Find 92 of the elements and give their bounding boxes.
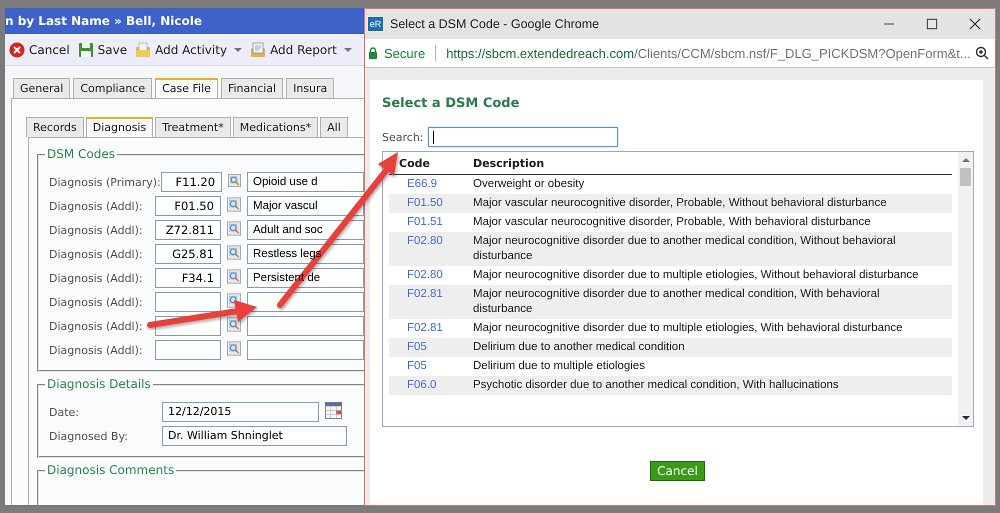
field-label: Diagnosis (Addl): [49, 320, 144, 332]
tab[interactable]: Diagnosis [86, 117, 154, 137]
lookup-icon[interactable] [226, 220, 241, 236]
field-label: Diagnosis (Addl): [49, 224, 144, 236]
code-link[interactable]: F05 [389, 340, 473, 355]
lock-icon [368, 47, 378, 59]
code-link[interactable]: F02.81 [389, 321, 473, 336]
dialog-heading: Select a DSM Code [382, 96, 520, 111]
close-icon [9, 42, 25, 58]
lookup-icon[interactable] [226, 196, 241, 212]
search-label: Search: [382, 130, 424, 144]
table-cell-text: Major vascular neurocognitive disorder, Probable, With behavioral disturbance [473, 215, 872, 230]
description-field[interactable] [247, 316, 364, 336]
cancel-button[interactable]: Cancel [9, 42, 70, 58]
activity-button[interactable]: Add Activity [135, 42, 242, 58]
search-field[interactable] [428, 127, 618, 147]
table-cell-text: Psychotic disorder due to another medical condition, With hallucinations [473, 378, 840, 393]
text-field[interactable]: Dr. William Shninglet [162, 426, 347, 446]
code-field[interactable] [154, 340, 221, 360]
field-label: Diagnosis (Addl): [49, 272, 144, 284]
scroll-down-icon[interactable] [960, 414, 970, 422]
document-icon [250, 42, 266, 58]
table-cell-text: Overweight or obesity [473, 177, 586, 192]
description-field[interactable]: Opioid use d [247, 172, 364, 192]
code-link[interactable]: F06.0 [389, 378, 473, 393]
description-field[interactable]: Adult and soc [247, 220, 364, 240]
section-legend: DSM Codes [45, 147, 117, 161]
lookup-icon[interactable] [226, 244, 241, 260]
close-icon[interactable] [969, 18, 981, 30]
tab[interactable]: Medications* [232, 117, 318, 137]
field-label: Date: [49, 406, 80, 418]
code-link[interactable]: F02.80 [389, 268, 473, 283]
code-link[interactable]: F01.50 [389, 196, 473, 211]
description-field[interactable]: Major vascul [247, 196, 364, 216]
code-link[interactable]: F05 [389, 359, 473, 374]
zoom-icon[interactable] [975, 46, 989, 60]
maximize-icon[interactable] [926, 18, 938, 30]
window-title: Select a DSM Code - Google Chrome [390, 17, 600, 31]
cancel-button[interactable]: Cancel [650, 461, 705, 481]
table-cell-text: Major neurocognitive disorder due to multiple etiologies, With behavioral disturbance [473, 321, 904, 336]
lookup-icon[interactable] [228, 172, 241, 188]
code-link[interactable]: F02.80 [389, 234, 473, 264]
table-cell-text: Major neurocognitive disorder due to another medical condition, Without behavioral disturbance [473, 234, 897, 264]
scroll-up-icon[interactable] [960, 156, 970, 164]
code-field[interactable]: F01.50 [154, 196, 221, 216]
tab[interactable]: Treatment* [155, 117, 231, 137]
secure-label: Secure [384, 46, 426, 60]
field-label: Diagnosis (Addl): [49, 296, 144, 308]
scroll-thumb[interactable] [960, 168, 971, 186]
scrollbar[interactable] [958, 152, 973, 426]
lookup-icon[interactable] [226, 316, 241, 332]
table-cell-text: Major neurocognitive disorder due to multiple etiologies, Without behavioral disturbance [473, 268, 920, 283]
lookup-icon[interactable] [226, 340, 241, 356]
breadcrumb: n by Last Name » Bell, Nicole [5, 8, 365, 34]
calendar-icon[interactable] [325, 402, 342, 418]
field-label: Diagnosed By: [49, 430, 129, 442]
tab[interactable]: Records [26, 117, 84, 137]
url-text[interactable]: https://sbcm.extendedreach.com/Clients/CCM/sbcm.nsf/F_DLG_PICKDSM?OpenForm&t... [446, 46, 975, 60]
field-label: Diagnosis (Addl): [49, 344, 144, 356]
tab[interactable]: All [320, 117, 348, 137]
code-field[interactable]: F34.1 [154, 268, 221, 288]
save-button[interactable]: Save [78, 42, 128, 58]
code-field[interactable]: G25.81 [154, 244, 221, 264]
section-legend: Diagnosis Comments [45, 463, 176, 477]
folder-icon [135, 42, 152, 58]
description-field[interactable] [247, 340, 364, 360]
description-field[interactable] [247, 292, 364, 312]
date-field[interactable]: 12/12/2015 [162, 402, 319, 422]
field-label: Diagnosis (Addl): [49, 200, 144, 212]
report-button[interactable]: Add Report [250, 42, 352, 58]
code-link[interactable]: F02.81 [389, 287, 473, 317]
app-icon: eR [368, 17, 383, 31]
tab[interactable]: Compliance [73, 78, 152, 98]
lookup-icon[interactable] [226, 268, 241, 284]
code-link[interactable]: E66.9 [389, 177, 473, 192]
tab[interactable]: General [13, 78, 70, 98]
column-header: Code [398, 156, 431, 170]
code-link[interactable]: F01.51 [389, 215, 473, 230]
column-header: Description [473, 156, 546, 170]
code-field[interactable]: F11.20 [160, 172, 222, 192]
tab[interactable]: Insura [286, 78, 334, 98]
field-label: Diagnosis (Addl): [49, 248, 144, 260]
tab[interactable]: Financial [220, 78, 284, 98]
tab[interactable]: Case File [155, 78, 218, 98]
table-cell-text: Major vascular neurocognitive disorder, Probable, Without behavioral disturbance [473, 196, 888, 211]
section-legend: Diagnosis Details [45, 377, 153, 391]
code-field[interactable] [154, 292, 221, 312]
field-label: Diagnosis (Primary): [49, 176, 161, 188]
code-field[interactable]: Z72.811 [154, 220, 221, 240]
table-cell-text: Delirium due to another medical condition [473, 340, 686, 355]
table-cell-text: Delirium due to multiple etiologies [473, 359, 646, 374]
table-cell-text: Major neurocognitive disorder due to another medical condition, With behavioral disturbance [473, 287, 881, 317]
